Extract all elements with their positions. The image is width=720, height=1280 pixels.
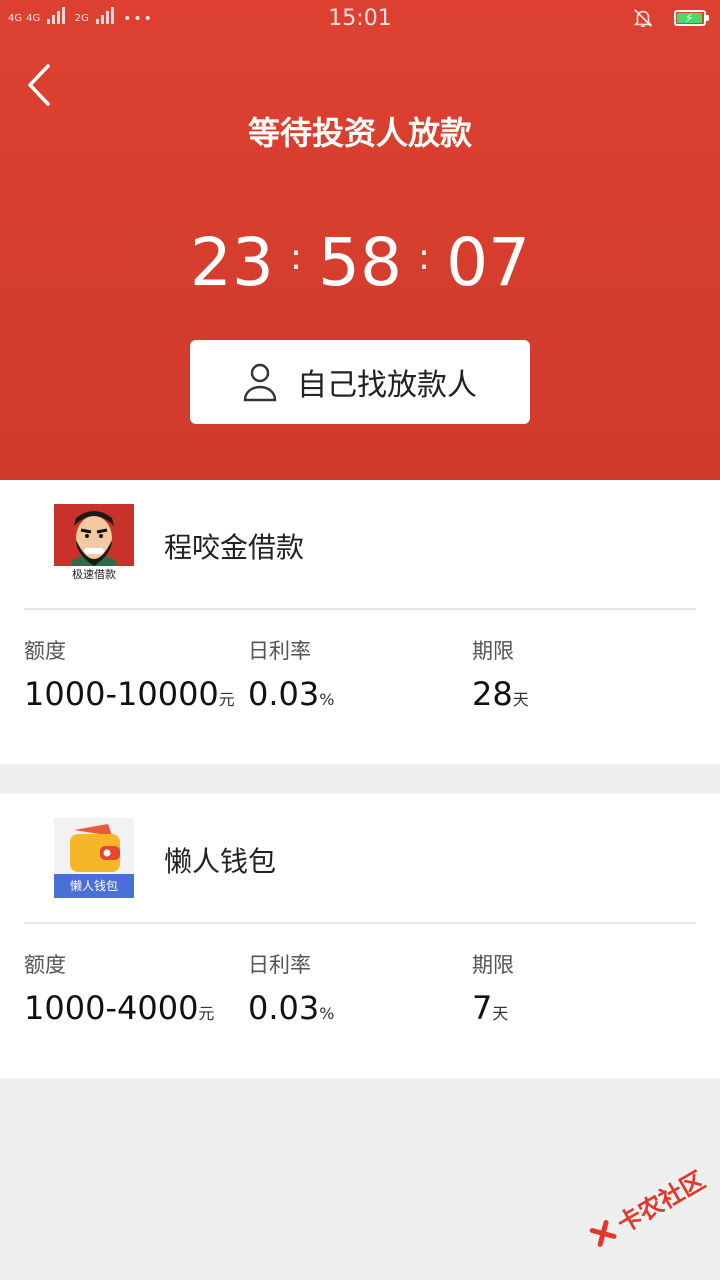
back-button[interactable] <box>24 62 64 108</box>
amount-field: 额度 1000-4000元 <box>24 950 214 1038</box>
find-lender-label: 自己找放款人 <box>297 368 477 403</box>
countdown-seconds: 07 <box>446 224 531 301</box>
status-time: 15:01 <box>328 6 392 31</box>
countdown-minutes: 58 <box>318 224 402 301</box>
rate-unit: % <box>319 1004 335 1023</box>
product-card[interactable]: 极速借款 程咬金借款 额度 1000-10000元 日利率 0.03% 期限 2… <box>0 480 720 764</box>
find-lender-button[interactable]: 自己找放款人 <box>190 340 530 424</box>
term-label: 期限 <box>472 953 514 977</box>
amount-value: 1000-4000 <box>24 989 199 1027</box>
chevron-left-icon <box>28 64 50 106</box>
user-icon <box>243 363 277 402</box>
term-field: 期限 7天 <box>472 950 514 1038</box>
watermark: 卡农社区 <box>584 1161 711 1254</box>
divider <box>24 922 696 924</box>
rate-value: 0.03 <box>248 989 320 1027</box>
rate-label: 日利率 <box>248 953 311 977</box>
rate-value: 0.03 <box>248 675 320 713</box>
product-logo: 懒人钱包 <box>54 818 134 898</box>
term-value: 28 <box>472 675 513 713</box>
rate-unit: % <box>319 690 335 709</box>
amount-value: 1000-10000 <box>24 675 219 713</box>
product-card[interactable]: 懒人钱包 懒人钱包 额度 1000-4000元 日利率 0.03% 期限 7天 <box>0 794 720 1078</box>
term-value: 7 <box>472 989 493 1027</box>
countdown-separator: : <box>417 237 431 278</box>
product-name: 程咬金借款 <box>164 531 305 564</box>
product-name: 懒人钱包 <box>164 845 277 878</box>
countdown-hours: 23 <box>189 224 274 301</box>
amount-unit: 元 <box>198 1004 215 1023</box>
amount-unit: 元 <box>218 690 235 709</box>
logo-caption: 极速借款 <box>54 566 134 584</box>
term-unit: 天 <box>512 690 529 709</box>
countdown-separator: : <box>289 237 302 278</box>
page-title: 等待投资人放款 <box>247 114 472 152</box>
rate-label: 日利率 <box>248 639 311 663</box>
bell-muted-icon <box>633 9 653 28</box>
header-banner: 4G 4G 2G ••• 15:01 ⚡ 等待投资人放款 23:58:07 自己… <box>0 0 720 480</box>
logo-caption: 懒人钱包 <box>54 874 134 898</box>
amount-label: 额度 <box>24 953 66 977</box>
watermark-text: 卡农社区 <box>612 1166 710 1239</box>
battery-icon: ⚡ <box>674 10 709 26</box>
watermark-logo-icon <box>589 1219 617 1247</box>
term-label: 期限 <box>472 639 514 663</box>
product-logo: 极速借款 <box>54 504 134 584</box>
amount-field: 额度 1000-10000元 <box>24 636 235 724</box>
status-bar: 4G 4G 2G ••• 15:01 ⚡ <box>0 0 720 40</box>
amount-label: 额度 <box>24 639 66 663</box>
rate-field: 日利率 0.03% <box>248 950 334 1038</box>
divider <box>24 608 696 610</box>
rate-field: 日利率 0.03% <box>248 636 334 724</box>
countdown-timer: 23:58:07 <box>0 218 720 303</box>
term-unit: 天 <box>492 1004 509 1023</box>
term-field: 期限 28天 <box>472 636 529 724</box>
